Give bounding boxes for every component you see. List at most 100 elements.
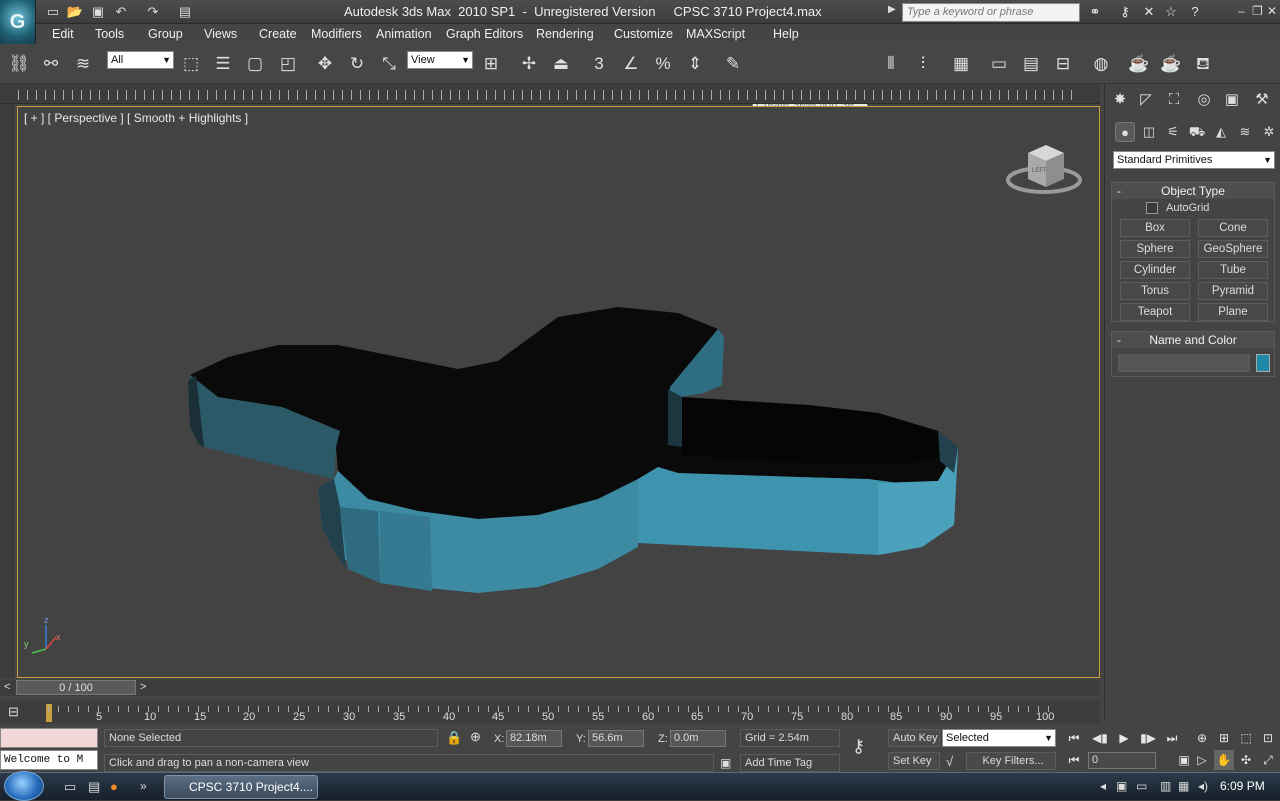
autogrid-checkbox[interactable] — [1146, 202, 1158, 214]
menu-edit[interactable]: Edit — [52, 27, 74, 41]
perspective-viewport[interactable]: LEFT z x y [ + ] [ Perspective ] [ Smoot… — [17, 106, 1100, 678]
orbit-icon[interactable]: ✣ — [1236, 750, 1256, 770]
cameras-icon[interactable]: ⛟ — [1187, 122, 1207, 142]
redo-icon[interactable]: ↷ — [144, 3, 162, 20]
schematic-view-icon[interactable]: ⊟ — [1050, 51, 1076, 77]
spinner-snap-icon[interactable]: ⇕ — [682, 51, 708, 77]
object-category-dropdown[interactable]: Standard Primitives ▼ — [1113, 151, 1275, 169]
display-tab-icon[interactable]: ▣ — [1221, 89, 1243, 111]
create-tab-icon[interactable]: ✸ — [1109, 89, 1131, 111]
zoom-extents-all-icon[interactable]: ⊡ — [1258, 728, 1278, 748]
frame-counter[interactable]: 0 / 100 — [16, 680, 136, 695]
cylinder-button[interactable]: Cylinder — [1120, 261, 1190, 279]
new-file-icon[interactable]: ▭ — [44, 3, 62, 20]
material-editor-icon[interactable]: ◍ — [1088, 51, 1114, 77]
plane-button[interactable]: Plane — [1198, 303, 1268, 321]
select-and-manipulate-icon[interactable]: ✢ — [516, 51, 542, 77]
graphite-modeling-icon[interactable]: ▭ — [986, 51, 1012, 77]
explorer-icon[interactable]: ▤ — [88, 779, 100, 795]
menu-graph-editors[interactable]: Graph Editors — [446, 27, 523, 41]
select-and-link-icon[interactable]: ⛓ — [6, 51, 32, 77]
object-name-input[interactable] — [1118, 354, 1250, 372]
utilities-tab-icon[interactable]: ⚒ — [1251, 89, 1273, 111]
selection-lock-icon[interactable]: 🔒 — [446, 730, 462, 746]
align-icon[interactable]: ⫶ — [910, 51, 936, 77]
save-icon[interactable]: ▣ — [89, 3, 107, 20]
unlink-icon[interactable]: ⚯ — [38, 51, 64, 77]
object-color-swatch[interactable] — [1256, 354, 1270, 372]
close-icon[interactable]: ✕ — [1267, 4, 1277, 18]
select-and-scale-icon[interactable]: ⤡ — [376, 51, 402, 77]
project-folder-icon[interactable]: ▤ — [176, 3, 194, 20]
tray-expand-icon[interactable]: ◂ — [1100, 779, 1106, 793]
name-and-color-header[interactable]: - Name and Color — [1112, 332, 1274, 348]
favorites-star-icon[interactable]: ☆ — [1162, 3, 1180, 21]
geometry-icon[interactable]: ● — [1115, 122, 1135, 142]
search-expand-icon[interactable]: ▶ — [888, 4, 896, 15]
modify-tab-icon[interactable]: ◸ — [1135, 89, 1157, 111]
go-to-end-icon[interactable]: ⏭ — [1162, 728, 1182, 748]
menu-help[interactable]: Help — [773, 27, 799, 41]
pan-view-hand-icon[interactable]: ✋ — [1214, 750, 1234, 770]
time-tag-icon[interactable]: ▣ — [720, 756, 731, 770]
time-slider-prev[interactable]: < — [4, 681, 10, 693]
mirror-icon[interactable]: ⫴ — [878, 51, 904, 77]
x-coord-input[interactable]: 82.18m — [506, 730, 562, 747]
rendered-frame-window-icon[interactable]: ☕ — [1158, 51, 1184, 77]
time-configuration-icon[interactable]: ▣ — [1174, 750, 1194, 770]
network-icon[interactable]: ▣ — [1116, 779, 1127, 793]
application-menu-icon[interactable]: G — [0, 0, 36, 44]
reference-coordinate-dropdown[interactable]: View ▼ — [407, 51, 473, 69]
key-mode-toggle-icon[interactable]: ⏮ — [1064, 750, 1084, 770]
maximize-viewport-icon[interactable]: ⤢ — [1258, 750, 1278, 770]
menu-create[interactable]: Create — [259, 27, 297, 41]
systems-icon[interactable]: ✲ — [1259, 122, 1279, 142]
sphere-button[interactable]: Sphere — [1120, 240, 1190, 258]
select-by-name-icon[interactable]: ☰ — [210, 51, 236, 77]
layer-manager-icon[interactable]: ▦ — [948, 51, 974, 77]
lights-icon[interactable]: ⚟ — [1163, 122, 1183, 142]
menu-animation[interactable]: Animation — [376, 27, 432, 41]
play-icon[interactable]: ▶ — [1114, 728, 1134, 748]
angle-snap-icon[interactable]: ∠ — [618, 51, 644, 77]
rectangular-selection-icon[interactable]: ▢ — [242, 51, 268, 77]
y-coord-input[interactable]: 56.6m — [588, 730, 644, 747]
pivot-center-icon[interactable]: ⊞ — [478, 51, 504, 77]
tray-notes-icon[interactable]: ▦ — [1178, 779, 1189, 793]
undo-icon[interactable]: ↶ — [112, 3, 130, 20]
zoom-extents-icon[interactable]: ⬚ — [1236, 728, 1256, 748]
time-slider[interactable]: < > — [0, 680, 1100, 696]
teapot-button[interactable]: Teapot — [1120, 303, 1190, 321]
previous-frame-icon[interactable]: ◀▮ — [1090, 728, 1110, 748]
tray-app-icon[interactable]: ▥ — [1160, 779, 1171, 793]
select-and-move-icon[interactable]: ✥ — [312, 51, 338, 77]
window-crossing-icon[interactable]: ◰ — [275, 51, 301, 77]
helpers-icon[interactable]: ◭ — [1211, 122, 1231, 142]
key-filters-button[interactable]: Key Filters... — [966, 752, 1056, 770]
field-of-view-icon[interactable]: ▷ — [1192, 750, 1212, 770]
hierarchy-tab-icon[interactable]: ⛶ — [1163, 89, 1185, 111]
taskbar-3dsmax-item[interactable]: CPSC 3710 Project4.... — [164, 775, 318, 799]
z-coord-input[interactable]: 0.0m — [670, 730, 726, 747]
menu-rendering[interactable]: Rendering — [536, 27, 594, 41]
volume-icon[interactable]: ◂) — [1198, 779, 1208, 793]
snaps-toggle-icon[interactable]: 3 — [586, 51, 612, 77]
shapes-icon[interactable]: ◫ — [1139, 122, 1159, 142]
current-frame-input[interactable]: 0 — [1088, 752, 1156, 769]
menu-maxscript[interactable]: MAXScript — [686, 27, 745, 41]
viewport-label[interactable]: [ + ] [ Perspective ] [ Smooth + Highlig… — [24, 111, 248, 125]
minimize-icon[interactable]: – — [1238, 4, 1245, 18]
selection-filter-dropdown[interactable]: All ▼ — [107, 51, 174, 69]
key-icon[interactable]: ⚷ — [1116, 3, 1134, 21]
mini-curve-editor-icon[interactable]: ⊟ — [8, 704, 28, 720]
go-to-start-icon[interactable]: ⏮ — [1064, 728, 1084, 748]
help-icon[interactable]: ? — [1186, 3, 1204, 21]
pyramid-button[interactable]: Pyramid — [1198, 282, 1268, 300]
set-key-icon[interactable]: ⚷ — [852, 736, 865, 757]
display-icon[interactable]: ▭ — [1136, 779, 1147, 793]
render-setup-icon[interactable]: ☕ — [1126, 51, 1152, 77]
binoculars-icon[interactable]: ⚭ — [1086, 3, 1104, 21]
cone-button[interactable]: Cone — [1198, 219, 1268, 237]
percent-snap-icon[interactable]: % — [650, 51, 676, 77]
next-frame-icon[interactable]: ▮▶ — [1138, 728, 1158, 748]
